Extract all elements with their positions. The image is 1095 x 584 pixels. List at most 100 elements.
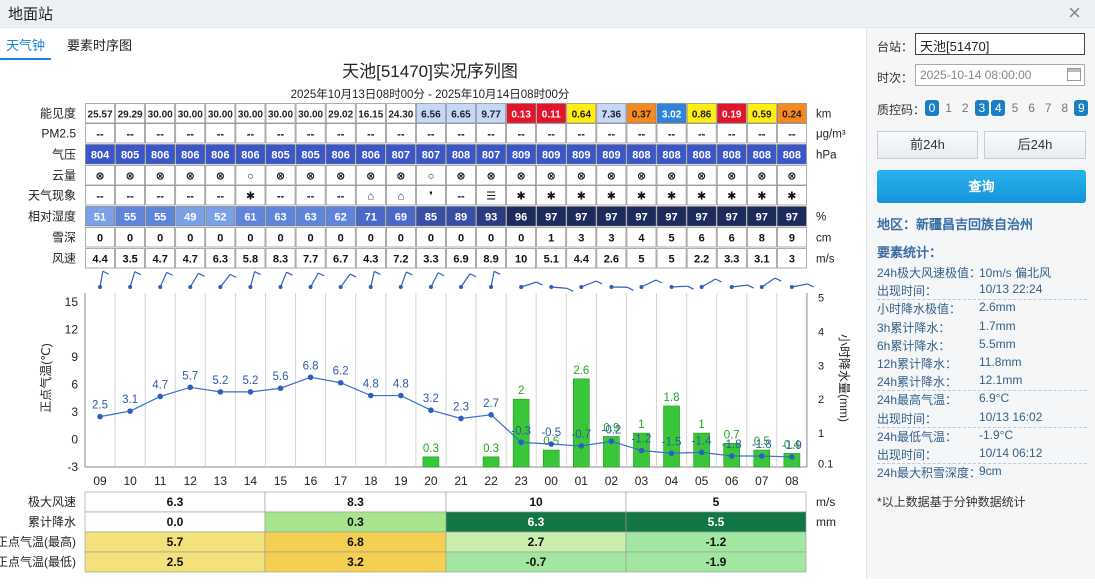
table-cell-value: 30.00 xyxy=(268,109,293,120)
stats-title: 要素统计： xyxy=(877,242,942,261)
summary-value: 2.7 xyxy=(528,535,545,549)
temp-label: 2.5 xyxy=(92,400,108,412)
wind-barb-flag xyxy=(470,274,476,277)
y-right-tick: 2 xyxy=(818,394,824,406)
table-cell-value: ⊗ xyxy=(757,170,766,182)
table-cell-value: -- xyxy=(337,190,345,202)
table-cell-value: 808 xyxy=(783,149,801,161)
precip-label: 0.3 xyxy=(483,443,499,455)
x-tick: 00 xyxy=(545,474,559,488)
y-left-tick: 3 xyxy=(71,405,78,419)
qc-code-0[interactable]: 0 xyxy=(925,100,939,116)
wind-barb xyxy=(461,274,470,287)
table-cell-value: 5.8 xyxy=(243,253,258,265)
stat-row: 24h最高气温：6.9°C xyxy=(877,391,1087,409)
temp-point xyxy=(488,412,494,418)
x-tick: 06 xyxy=(725,474,739,488)
row-unit: hPa xyxy=(816,149,837,161)
qc-code-5[interactable]: 5 xyxy=(1008,100,1022,116)
stat-value: 9cm xyxy=(979,464,1002,478)
table-cell-value: 3.1 xyxy=(754,253,769,265)
summary-value: 3.2 xyxy=(347,555,364,569)
row-label: 天气现象 xyxy=(28,187,76,202)
table-cell-value: 97 xyxy=(665,211,677,223)
qc-code-6[interactable]: 6 xyxy=(1025,100,1039,116)
x-tick: 16 xyxy=(304,474,318,488)
table-cell-value: ❜ xyxy=(429,190,433,202)
table-cell-value: -- xyxy=(457,128,465,140)
x-tick: 19 xyxy=(394,474,408,488)
table-cell-value: 3.02 xyxy=(662,109,682,120)
stat-key: 24h最高气温： xyxy=(877,391,957,408)
table-cell-value: 806 xyxy=(362,149,380,161)
table-cell-value: -- xyxy=(548,128,556,140)
qc-code-8[interactable]: 8 xyxy=(1058,100,1072,116)
wind-barb-flag xyxy=(406,272,412,275)
qc-code-2[interactable]: 2 xyxy=(958,100,972,116)
summary-value: 0.3 xyxy=(347,515,364,529)
table-cell-value: 806 xyxy=(151,149,169,161)
prev-24h-button[interactable]: 前24h xyxy=(877,131,978,159)
qc-code-4[interactable]: 4 xyxy=(991,100,1005,116)
temp-point xyxy=(699,450,705,456)
row-label: PM2.5 xyxy=(41,126,76,140)
qc-code-7[interactable]: 7 xyxy=(1041,100,1055,116)
table-cell-value: -- xyxy=(247,128,255,140)
wind-barb-flag xyxy=(688,286,694,289)
tab-weather-clock[interactable]: 天气钟 xyxy=(0,33,51,60)
table-cell-value: 0 xyxy=(428,232,434,244)
table-cell-value: -- xyxy=(96,190,104,202)
temp-point xyxy=(218,389,224,395)
row-unit: μg/m³ xyxy=(816,128,846,140)
wind-barb-flag xyxy=(199,273,205,276)
temp-label: 5.6 xyxy=(273,371,289,383)
table-cell-value: ⊗ xyxy=(667,170,676,182)
table-cell-value: 0 xyxy=(308,232,314,244)
row-unit: cm xyxy=(816,232,831,244)
temp-point xyxy=(248,389,254,395)
table-cell-value: -- xyxy=(517,128,525,140)
summary-label: 极大风速 xyxy=(28,495,76,509)
stat-row: 24h最大积雪深度：9cm xyxy=(877,464,1087,482)
table-cell-value: -- xyxy=(788,128,796,140)
query-button[interactable]: 查询 xyxy=(877,170,1086,203)
table-cell-value: 52 xyxy=(214,211,226,223)
table-cell-value: 2.2 xyxy=(694,253,709,265)
qc-code-3[interactable]: 3 xyxy=(975,100,989,116)
time-input[interactable]: 2025-10-14 08:00:00 xyxy=(915,64,1085,86)
wind-barb xyxy=(431,273,438,287)
stat-value: 1.7mm xyxy=(979,319,1016,333)
time-value: 2025-10-14 08:00:00 xyxy=(920,68,1031,82)
temp-point xyxy=(157,394,163,400)
stat-key: 出现时间： xyxy=(877,446,937,463)
table-cell-value: -- xyxy=(307,190,315,202)
next-24h-button[interactable]: 后24h xyxy=(984,131,1086,159)
close-icon[interactable]: × xyxy=(1068,0,1081,26)
y-left-tick: 0 xyxy=(71,433,78,447)
stat-row: 24h累计降水：12.1mm xyxy=(877,373,1087,391)
table-cell-value: -- xyxy=(96,128,104,140)
summary-value: 0.0 xyxy=(167,515,184,529)
table-cell-value: -- xyxy=(307,128,315,140)
y-right-tick: 5 xyxy=(818,292,824,304)
calendar-icon[interactable] xyxy=(1067,68,1081,81)
wind-barb xyxy=(551,287,567,288)
temp-point xyxy=(579,443,585,449)
table-cell-value: ⊗ xyxy=(577,170,586,182)
x-tick: 14 xyxy=(244,474,258,488)
table-cell-value: ⊗ xyxy=(156,170,165,182)
table-cell-value: 805 xyxy=(271,149,289,161)
temp-point xyxy=(308,374,314,380)
qc-code-9[interactable]: 9 xyxy=(1074,100,1088,116)
y-left-tick: -3 xyxy=(67,460,78,474)
table-cell-value: 0 xyxy=(368,232,374,244)
qc-code-1[interactable]: 1 xyxy=(942,100,956,116)
station-input[interactable]: 天池[51470] xyxy=(915,33,1085,55)
table-cell-value: 809 xyxy=(512,149,530,161)
table-cell-value: 9.77 xyxy=(481,109,501,120)
table-cell-value: 97 xyxy=(756,211,768,223)
table-cell-value: 6 xyxy=(729,232,735,244)
table-cell-value: -- xyxy=(758,128,766,140)
tab-element-timeseries[interactable]: 要素时序图 xyxy=(61,33,138,58)
y-right-tick: 1 xyxy=(818,428,824,440)
